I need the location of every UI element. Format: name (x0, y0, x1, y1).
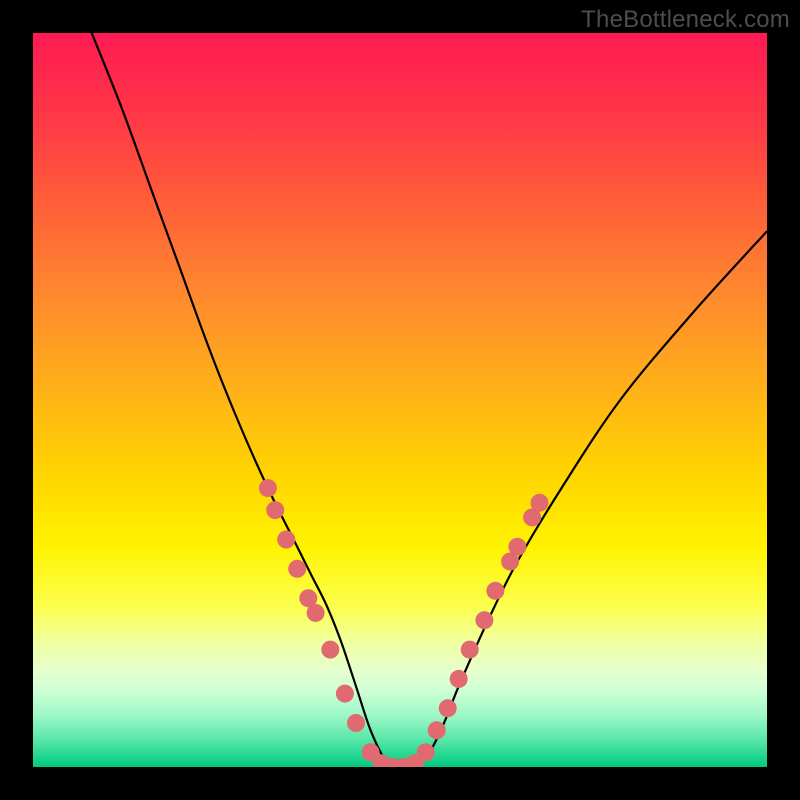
scatter-dot (439, 699, 457, 717)
scatter-dot (321, 641, 339, 659)
scatter-dot (336, 685, 354, 703)
scatter-dot (417, 743, 435, 761)
scatter-dot (307, 604, 325, 622)
chart-frame: TheBottleneck.com (0, 0, 800, 800)
scatter-dot (531, 494, 549, 512)
scatter-dot (486, 582, 504, 600)
scatter-dot (428, 721, 446, 739)
scatter-dot (461, 641, 479, 659)
scatter-dot (277, 531, 295, 549)
chart-plot-area (33, 33, 767, 767)
scatter-dot (288, 560, 306, 578)
bottleneck-curve (92, 33, 767, 767)
chart-svg (33, 33, 767, 767)
scatter-dot (266, 501, 284, 519)
scatter-dot (259, 479, 277, 497)
scatter-dot (450, 670, 468, 688)
scatter-dot (475, 611, 493, 629)
scatter-dot (508, 538, 526, 556)
watermark-text: TheBottleneck.com (581, 6, 790, 34)
scatter-dots (259, 479, 549, 767)
scatter-dot (347, 714, 365, 732)
